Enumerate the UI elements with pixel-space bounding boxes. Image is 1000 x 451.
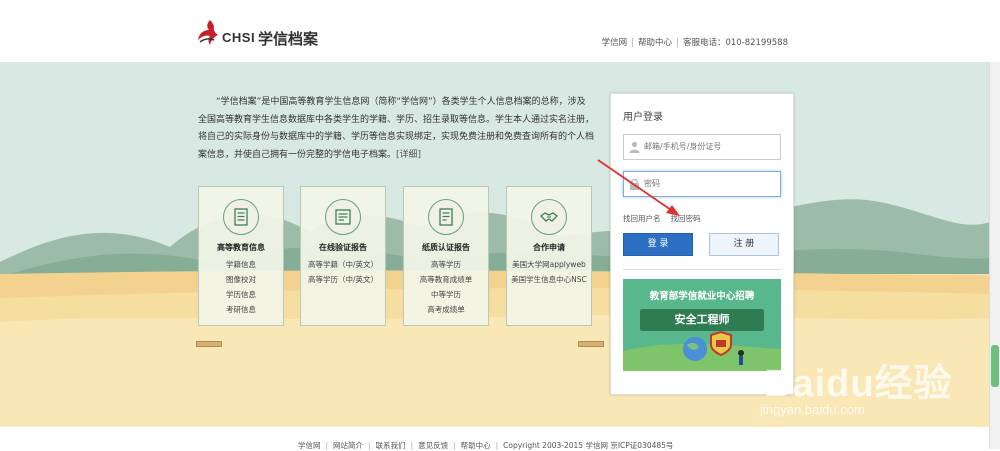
card-link-enrollment-report[interactable]: 高等学籍（中/英文） — [301, 259, 385, 270]
service-phone: 客服电话：010-82199588 — [682, 38, 788, 48]
card-title: 高等教育信息 — [217, 243, 265, 252]
banner-subtitle: 安全工程师 — [640, 309, 764, 331]
decorative-plank — [196, 341, 222, 347]
banner-headline: 教育部学信就业中心招聘 — [649, 291, 755, 302]
card-title: 在线验证报告 — [319, 243, 367, 252]
card-link-photo-check[interactable]: 图像校对 — [199, 274, 283, 285]
card-link-higher-degree[interactable]: 高等学历 — [404, 259, 488, 270]
card-link-secondary-degree[interactable]: 中等学历 — [404, 289, 488, 300]
card-higher-education-info[interactable]: 高等教育信息 学籍信息 图像校对 学历信息 考研信息 — [198, 186, 284, 326]
panel-divider — [623, 269, 781, 270]
top-nav: 学信网 | 帮助中心 | 客服电话：010-82199588 — [601, 38, 788, 48]
login-title: 用户登录 — [623, 112, 663, 123]
card-cooperation[interactable]: 合作申请 美国大学网applyweb 美国学生信息中心NSC — [506, 186, 592, 326]
password-input[interactable] — [644, 176, 774, 190]
intro-more-link[interactable]: [详细] — [396, 150, 421, 160]
side-widget-handle[interactable] — [991, 345, 999, 387]
username-input[interactable] — [644, 139, 774, 153]
card-link-gaokao-scores[interactable]: 高考成绩单 — [404, 304, 488, 315]
certificate-icon — [325, 199, 361, 235]
card-title: 纸质认证报告 — [422, 243, 470, 252]
username-field[interactable] — [623, 134, 781, 160]
logo-chsi-text: CHSI — [222, 30, 256, 45]
card-paper-certification[interactable]: 纸质认证报告 高等学历 高等教育成绩单 中等学历 高考成绩单 — [403, 186, 489, 326]
intro-paragraph: “学信档案”是中国高等教育学生信息网（简称“学信网”）各类学生个人信息档案的总称… — [198, 94, 594, 164]
lock-icon — [630, 178, 639, 190]
card-title: 合作申请 — [533, 243, 565, 252]
card-link-degree-report[interactable]: 高等学历（中/英文） — [301, 274, 385, 285]
recovery-links: 找回用户名 找回密码 — [623, 213, 711, 224]
recruitment-banner[interactable]: 教育部学信就业中心招聘 安全工程师 — [623, 279, 781, 371]
login-button[interactable]: 登 录 — [623, 233, 693, 256]
document-icon — [223, 199, 259, 235]
card-link-nsc[interactable]: 美国学生信息中心NSC — [507, 274, 591, 285]
card-online-verification[interactable]: 在线验证报告 高等学籍（中/英文） 高等学历（中/英文） — [300, 186, 386, 326]
password-field[interactable] — [623, 171, 781, 197]
user-icon — [629, 141, 640, 153]
card-link-degree-info[interactable]: 学历信息 — [199, 289, 283, 300]
site-footer: 学信网 | 网站简介 | 联系我们 | 意见反馈 | 帮助中心 | Copyright 2003-2… — [0, 427, 990, 450]
decorative-plank — [578, 341, 604, 347]
register-button[interactable]: 注 册 — [709, 233, 779, 256]
card-link-transcript[interactable]: 高等教育成绩单 — [404, 274, 488, 285]
handshake-icon — [531, 199, 567, 235]
site-title: 学信档案 — [258, 30, 319, 48]
scrollbar[interactable] — [989, 62, 1000, 449]
nav-link-help[interactable]: 帮助中心 — [638, 38, 672, 48]
report-icon — [428, 199, 464, 235]
card-link-applyweb[interactable]: 美国大学网applyweb — [507, 259, 591, 270]
bird-logo-icon — [198, 20, 218, 45]
card-link-student-status[interactable]: 学籍信息 — [199, 259, 283, 270]
site-header: CHSI 学信档案 学信网 | 帮助中心 | 客服电话：010-82199588 — [0, 0, 1000, 62]
nav-link-chsi[interactable]: 学信网 — [602, 38, 628, 48]
login-panel: 用户登录 找回用户名 找回密码 登 录 注 册 教育部学信就业中心招聘 安全工程师 — [610, 93, 794, 395]
card-link-postgrad-info[interactable]: 考研信息 — [199, 304, 283, 315]
find-password-link[interactable]: 找回密码 — [671, 214, 701, 223]
find-username-link[interactable]: 找回用户名 — [623, 214, 661, 223]
